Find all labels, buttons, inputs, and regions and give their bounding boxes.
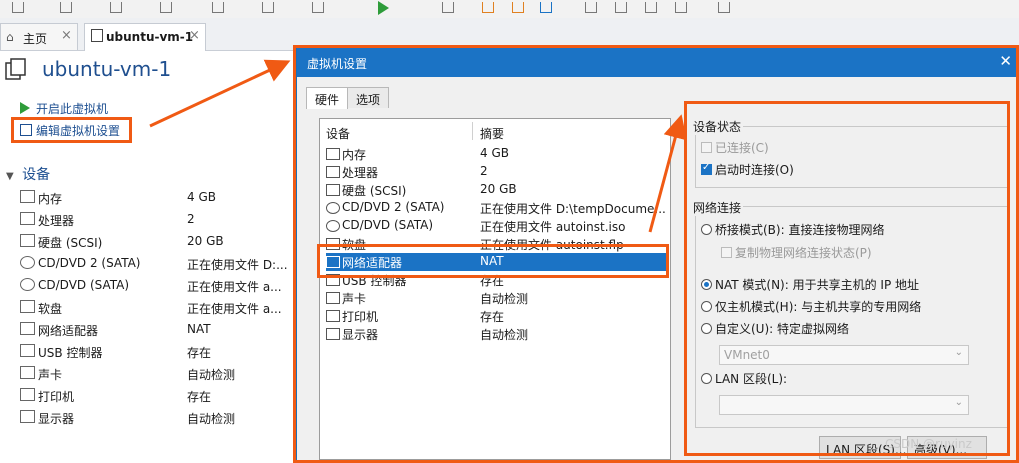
arrow-to-dialog [149,59,291,128]
annotation-arrows [149,59,687,233]
watermark: CSDN @ruyinz [885,437,972,451]
arrow-to-network-settings [648,114,687,233]
